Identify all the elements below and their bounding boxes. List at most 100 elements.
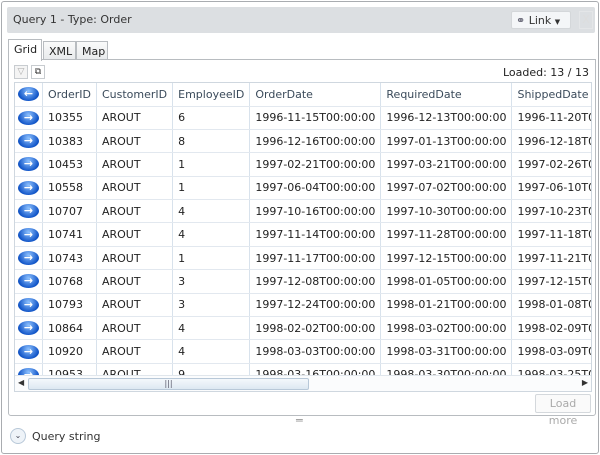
cell-shippeddate: 1997-12-15T00:00:00	[511, 269, 591, 294]
cell-requireddate: 1998-03-31T00:00:00	[380, 339, 513, 364]
row-open-cell[interactable]: →	[15, 246, 43, 271]
cell-requireddate: 1997-12-15T00:00:00	[380, 246, 513, 271]
cell-requireddate: 1997-01-13T00:00:00	[380, 129, 513, 154]
cell-orderid: 10355	[42, 106, 97, 130]
row-open-cell[interactable]: →	[15, 129, 43, 154]
cell-customerid: AROUT	[96, 339, 174, 364]
query-title: Query 1 - Type: Order	[13, 13, 132, 26]
column-header-requireddate[interactable]: RequiredDate	[380, 83, 513, 107]
cell-shippeddate: 1998-01-08T00:00:00	[511, 293, 591, 318]
forward-arrow-icon: →	[18, 110, 39, 125]
cell-customerid: AROUT	[96, 106, 174, 130]
cell-customerid: AROUT	[96, 269, 174, 294]
close-button[interactable]: X	[579, 11, 593, 29]
column-header-customerid[interactable]: CustomerID	[96, 83, 174, 107]
query-window: Query 1 - Type: Order ⚭ Link ▼ X Grid XM…	[1, 1, 599, 454]
query-string-label: Query string	[32, 430, 101, 443]
cell-employeeid: 3	[172, 293, 251, 318]
row-open-cell[interactable]: →	[15, 222, 43, 247]
link-label: Link	[528, 14, 552, 27]
grid-panel: ▽ ⧉ Loaded: 13 / 13 ← OrderID CustomerID Em…	[8, 59, 596, 427]
table-row[interactable]: → 10920 AROUT 4 1998-03-03T00:00:00 1998-03-3…	[15, 339, 591, 364]
row-open-cell[interactable]: →	[15, 269, 43, 294]
cell-shippeddate: 1997-02-26T00:00:00	[511, 152, 591, 177]
link-dropdown-button[interactable]: ⚭ Link ▼	[511, 11, 571, 29]
cell-shippeddate: 1997-10-23T00:00:00	[511, 199, 591, 224]
cell-orderid: 10864	[42, 316, 97, 341]
cell-orderdate: 1997-06-04T00:00:00	[249, 176, 382, 201]
table-row[interactable]: → 10453 AROUT 1 1997-02-21T00:00:00 1997-03-2…	[15, 152, 591, 177]
data-grid: ← OrderID CustomerID EmployeeID OrderDate Req…	[14, 82, 592, 392]
load-more-button[interactable]: Load more	[535, 394, 591, 427]
forward-arrow-icon: →	[18, 180, 39, 195]
chevron-down-icon: ⌄	[10, 428, 26, 444]
tab-map[interactable]: Map	[76, 41, 108, 60]
row-open-cell[interactable]: →	[15, 316, 43, 341]
cell-requireddate: 1998-01-21T00:00:00	[380, 293, 513, 318]
cell-orderid: 10383	[42, 129, 97, 154]
cell-employeeid: 8	[172, 129, 251, 154]
table-row[interactable]: → 10864 AROUT 4 1998-02-02T00:00:00 1998-03-0…	[15, 316, 591, 341]
cell-requireddate: 1997-03-21T00:00:00	[380, 152, 513, 177]
cell-requireddate: 1997-11-28T00:00:00	[380, 222, 513, 247]
row-open-cell[interactable]: →	[15, 106, 43, 130]
table-row[interactable]: → 10558 AROUT 1 1997-06-04T00:00:00 1997-07-0…	[15, 176, 591, 201]
forward-arrow-icon: →	[18, 251, 39, 266]
cell-orderdate: 1997-11-14T00:00:00	[249, 222, 382, 247]
tab-grid[interactable]: Grid	[8, 39, 42, 61]
forward-arrow-icon: →	[18, 157, 39, 172]
table-row[interactable]: → 10383 AROUT 8 1996-12-16T00:00:00 1997-01-1…	[15, 129, 591, 154]
cell-orderid: 10743	[42, 246, 97, 271]
cell-orderdate: 1997-12-08T00:00:00	[249, 269, 382, 294]
cell-requireddate: 1997-10-30T00:00:00	[380, 199, 513, 224]
filter-icon[interactable]: ▽	[14, 65, 28, 79]
row-open-cell[interactable]: →	[15, 199, 43, 224]
row-open-cell[interactable]: →	[15, 339, 43, 364]
column-header-orderdate[interactable]: OrderDate	[249, 83, 382, 107]
cell-orderdate: 1996-11-15T00:00:00	[249, 106, 382, 130]
forward-arrow-icon: →	[18, 134, 39, 149]
column-header-orderid[interactable]: OrderID	[42, 83, 97, 107]
cell-employeeid: 4	[172, 339, 251, 364]
tab-xml[interactable]: XML	[43, 41, 76, 60]
forward-arrow-icon: →	[18, 344, 39, 359]
column-header-employeeid[interactable]: EmployeeID	[172, 83, 251, 107]
scroll-right-icon[interactable]: ▶	[582, 378, 588, 387]
row-open-cell[interactable]: →	[15, 293, 43, 318]
table-row[interactable]: → 10743 AROUT 1 1997-11-17T00:00:00 1997-12-1…	[15, 246, 591, 271]
cell-customerid: AROUT	[96, 152, 174, 177]
cell-employeeid: 1	[172, 152, 251, 177]
columns-icon[interactable]: ⧉	[31, 65, 45, 79]
chevron-down-icon: ▼	[554, 18, 561, 26]
cell-requireddate: 1997-07-02T00:00:00	[380, 176, 513, 201]
scroll-left-icon[interactable]: ◀	[18, 378, 24, 387]
cell-employeeid: 6	[172, 106, 251, 130]
scroll-thumb[interactable]: |||	[28, 378, 309, 390]
row-open-cell[interactable]: →	[15, 176, 43, 201]
cell-customerid: AROUT	[96, 129, 174, 154]
back-column-header[interactable]: ←	[15, 83, 43, 107]
splitter-handle[interactable]: ═	[296, 414, 303, 427]
cell-requireddate: 1998-03-02T00:00:00	[380, 316, 513, 341]
back-arrow-icon: ←	[18, 87, 39, 102]
row-open-cell[interactable]: →	[15, 152, 43, 177]
table-row[interactable]: → 10355 AROUT 6 1996-11-15T00:00:00 1996-12-1…	[15, 106, 591, 130]
forward-arrow-icon: →	[18, 274, 39, 289]
table-row[interactable]: → 10768 AROUT 3 1997-12-08T00:00:00 1998-01-0…	[15, 269, 591, 294]
table-row[interactable]: → 10741 AROUT 4 1997-11-14T00:00:00 1997-11-2…	[15, 222, 591, 247]
cell-shippeddate: 1998-03-09T00:00:00	[511, 339, 591, 364]
cell-shippeddate: 1996-11-20T00:00:00	[511, 106, 591, 130]
cell-employeeid: 4	[172, 316, 251, 341]
forward-arrow-icon: →	[18, 297, 39, 312]
horizontal-scrollbar[interactable]: ◀ ||| ▶	[15, 375, 591, 391]
table-row[interactable]: → 10793 AROUT 3 1997-12-24T00:00:00 1998-01-2…	[15, 293, 591, 318]
cell-orderdate: 1997-12-24T00:00:00	[249, 293, 382, 318]
cell-orderdate: 1998-02-02T00:00:00	[249, 316, 382, 341]
cell-employeeid: 4	[172, 222, 251, 247]
link-icon: ⚭	[516, 14, 526, 27]
column-header-shippeddate[interactable]: ShippedDate	[511, 83, 591, 107]
cell-orderdate: 1996-12-16T00:00:00	[249, 129, 382, 154]
cell-orderid: 10920	[42, 339, 97, 364]
table-row[interactable]: → 10707 AROUT 4 1997-10-16T00:00:00 1997-10-3…	[15, 199, 591, 224]
loaded-count: Loaded: 13 / 13	[502, 66, 589, 79]
